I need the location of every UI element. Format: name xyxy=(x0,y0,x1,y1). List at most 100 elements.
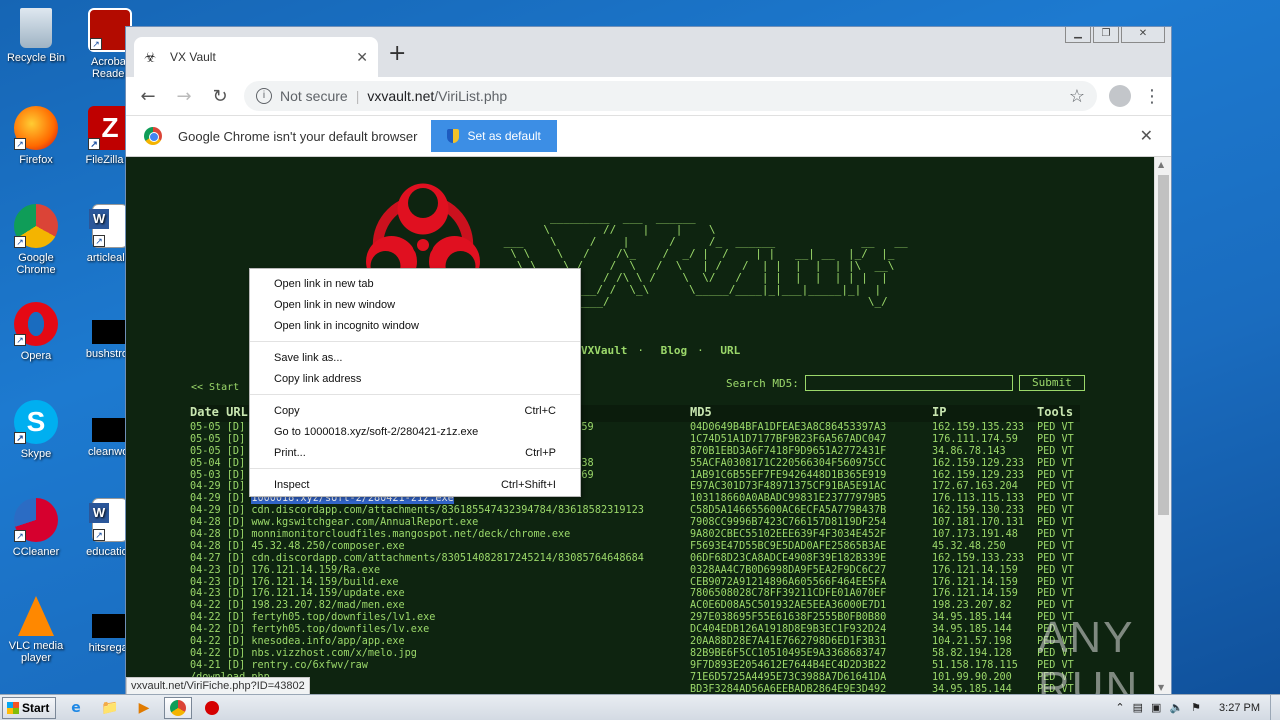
row-url-link[interactable]: cdn.discordapp.com/attachments/836185547… xyxy=(251,505,644,516)
scroll-down-arrow-icon[interactable]: ▼ xyxy=(1158,683,1164,692)
context-menu-item[interactable]: Print... Ctrl+P xyxy=(250,442,580,463)
context-menu-item[interactable]: Copy link address xyxy=(250,368,580,389)
submit-button[interactable]: Submit xyxy=(1018,375,1085,391)
context-menu-item[interactable]: Save link as... xyxy=(250,347,580,368)
close-window-button[interactable]: ✕ xyxy=(1121,27,1165,43)
tab-vx-vault[interactable]: ☣ VX Vault ✕ xyxy=(134,37,378,77)
chrome-menu-icon[interactable]: ⋮ xyxy=(1143,86,1161,107)
taskbar-clock[interactable]: 3:27 PM xyxy=(1219,702,1260,714)
row-md5-link[interactable]: 7806508028C78FF39211CDFE01A070EF xyxy=(690,588,932,600)
restore-button[interactable]: ❐ xyxy=(1093,27,1119,43)
row-md5-link[interactable]: C58D5A146655600AC6ECFA5A779B437B xyxy=(690,505,932,517)
row-tools-links[interactable]: PED VT xyxy=(1037,600,1080,612)
row-tools-links[interactable]: PED VT xyxy=(1037,470,1080,482)
row-url-link[interactable]: rentry.co/6xfwv/raw xyxy=(251,660,368,671)
taskbar-chrome-icon[interactable] xyxy=(164,696,192,719)
row-md5-link[interactable]: 9A802CBEC55102EEE639F4F3034E452F xyxy=(690,529,932,541)
row-md5-link[interactable]: 55ACFA0308171C220566304F560975CC xyxy=(690,458,932,470)
taskbar-ie-icon[interactable]: e xyxy=(62,697,90,719)
nav-link-url[interactable]: URL xyxy=(720,344,740,357)
row-tools-links[interactable]: PED VT xyxy=(1037,505,1080,517)
scrollbar-thumb[interactable] xyxy=(1158,175,1169,515)
tray-flag-icon[interactable]: ⚑ xyxy=(1191,701,1201,714)
row-md5-link[interactable]: 870B1EBD3A6F7418F9D9651A2772431F xyxy=(690,446,932,458)
row-md5-link[interactable]: 71E6D5725A4495E73C3988A7D61641DA xyxy=(690,672,932,684)
row-date-url[interactable]: 04-28 [D] 45.32.48.250/composer.exe xyxy=(190,541,690,553)
row-md5-link[interactable]: CEB9072A91214896A605566F464EE5FA xyxy=(690,577,932,589)
desktop-icon-ccleaner[interactable]: ↗ CCleaner xyxy=(4,498,68,558)
row-url-link[interactable]: 176.121.14.159/build.exe xyxy=(251,577,398,588)
row-url-link[interactable]: www.kgswitchgear.com/AnnualReport.exe xyxy=(251,517,478,528)
row-tools-links[interactable]: PED VT xyxy=(1037,481,1080,493)
desktop-icon-chrome[interactable]: ↗ Google Chrome xyxy=(4,204,68,276)
start-button[interactable]: Start xyxy=(2,696,56,719)
row-md5-link[interactable]: DC404EDB126A1918D8E9B3EC1F932D24 xyxy=(690,624,932,636)
set-as-default-button[interactable]: Set as default xyxy=(431,120,557,152)
context-menu-item[interactable]: Go to 1000018.xyz/soft-2/280421-z1z.exe xyxy=(250,421,580,442)
row-tools-links[interactable]: PED VT xyxy=(1037,458,1080,470)
row-tools-links[interactable]: PED VT xyxy=(1037,553,1080,565)
address-bar[interactable]: i Not secure | vxvault.net/ViriList.php … xyxy=(244,81,1097,111)
row-md5-link[interactable]: 20AA88D28E7A41E7662798D6ED1F3B31 xyxy=(690,636,932,648)
row-date-url[interactable]: 04-22 [D] fertyh05.top/downfiles/lv.exe xyxy=(190,624,690,636)
row-md5-link[interactable]: E97AC301D73F48971375CF91BA5E91AC xyxy=(690,481,932,493)
row-date-url[interactable]: 04-28 [D] monnimonitorcloudfiles.mangosp… xyxy=(190,529,690,541)
taskbar-opera-icon[interactable] xyxy=(198,697,226,719)
bookmark-star-icon[interactable]: ☆ xyxy=(1069,86,1085,107)
show-desktop-button[interactable] xyxy=(1270,694,1280,720)
row-md5-link[interactable]: 103118660A0ABADC99831E23777979B5 xyxy=(690,493,932,505)
row-md5-link[interactable]: 82B9BE6F5CC10510495E9A3368683747 xyxy=(690,648,932,660)
row-date-url[interactable]: 04-22 [D] knesodea.info/app/app.exe xyxy=(190,636,690,648)
row-url-link[interactable]: nbs.vizzhost.com/x/melo.jpg xyxy=(251,648,417,659)
row-md5-link[interactable]: 0328AA4C7B0D6998DA9F5EA2F9DC6C27 xyxy=(690,565,932,577)
tray-volume-icon[interactable]: 🔈 xyxy=(1169,701,1183,714)
taskbar-media-player-icon[interactable]: ▶ xyxy=(130,697,158,719)
row-url-link[interactable]: 176.121.14.159/update.exe xyxy=(251,588,404,599)
desktop-icon-vlc[interactable]: VLC media player xyxy=(4,596,68,664)
row-md5-link[interactable]: 9F7D893E2054612E7644B4EC4D2D3B22 xyxy=(690,660,932,672)
row-url-link[interactable]: fertyh05.top/downfiles/lv.exe xyxy=(251,624,429,635)
row-md5-link[interactable]: 297E038695F55E61638F2555B0FB0B80 xyxy=(690,612,932,624)
forward-button[interactable]: → xyxy=(172,86,196,107)
row-date-url[interactable]: 04-23 [D] 176.121.14.159/update.exe xyxy=(190,588,690,600)
minimize-button[interactable]: ▁ xyxy=(1065,27,1091,43)
row-md5-link[interactable]: 1AB91C6B55EF7FE9426448D1B365E919 xyxy=(690,470,932,482)
row-url-link[interactable]: 45.32.48.250/composer.exe xyxy=(251,541,404,552)
context-menu-item[interactable]: Open link in new window xyxy=(250,294,580,315)
row-date-url[interactable]: 04-21 [D] rentry.co/6xfwv/raw xyxy=(190,660,690,672)
desktop-icon-firefox[interactable]: ↗ Firefox xyxy=(4,106,68,166)
tray-display-icon[interactable]: ▣ xyxy=(1151,701,1161,714)
context-menu-item[interactable]: Open link in incognito window xyxy=(250,315,580,336)
row-date-url[interactable]: 04-28 [D] www.kgswitchgear.com/AnnualRep… xyxy=(190,517,690,529)
row-tools-links[interactable]: PED VT xyxy=(1037,434,1080,446)
row-url-link[interactable]: cdn.discordapp.com/attachments/830514082… xyxy=(251,553,644,564)
row-md5-link[interactable]: 7908CC9996B7423C766157D8119DF254 xyxy=(690,517,932,529)
taskbar-explorer-icon[interactable]: 📁 xyxy=(96,697,124,719)
row-md5-link[interactable]: 1C74D51A1D7177BF9B23F6A567ADC047 xyxy=(690,434,932,446)
tray-expand-icon[interactable]: ⌃ xyxy=(1115,701,1124,714)
pagination-start-link[interactable]: << Start xyxy=(191,382,239,393)
context-menu-item[interactable]: Open link in new tab xyxy=(250,273,580,294)
row-url-link[interactable]: 176.121.14.159/Ra.exe xyxy=(251,565,380,576)
row-date-url[interactable]: 04-29 [D] cdn.discordapp.com/attachments… xyxy=(190,505,690,517)
row-tools-links[interactable]: PED VT xyxy=(1037,422,1080,434)
row-tools-links[interactable]: PED VT xyxy=(1037,517,1080,529)
back-button[interactable]: ← xyxy=(136,86,160,107)
nav-link-vxvault[interactable]: VXVault xyxy=(581,344,627,357)
profile-avatar[interactable] xyxy=(1109,85,1131,107)
context-menu-item[interactable]: Inspect Ctrl+Shift+I xyxy=(250,474,580,495)
reload-button[interactable]: ↻ xyxy=(208,86,232,107)
row-date-url[interactable]: 04-22 [D] fertyh05.top/downfiles/lv1.exe xyxy=(190,612,690,624)
desktop-icon-skype[interactable]: S ↗ Skype xyxy=(4,400,68,460)
row-date-url[interactable]: 04-23 [D] 176.121.14.159/Ra.exe xyxy=(190,565,690,577)
row-date-url[interactable]: 04-22 [D] 198.23.207.82/mad/men.exe xyxy=(190,600,690,612)
infobar-close-icon[interactable]: ✕ xyxy=(1140,126,1153,146)
row-md5-link[interactable]: 06DF68D23CA8ADCE4908F39E182B339E xyxy=(690,553,932,565)
desktop-icon-opera[interactable]: ↗ Opera xyxy=(4,302,68,362)
new-tab-button[interactable]: + xyxy=(388,41,406,66)
row-date-url[interactable]: 04-23 [D] 176.121.14.159/build.exe xyxy=(190,577,690,589)
row-tools-links[interactable]: PED VT xyxy=(1037,565,1080,577)
tab-close-icon[interactable]: ✕ xyxy=(356,49,368,66)
page-scrollbar[interactable]: ▲ ▼ xyxy=(1154,157,1171,695)
row-tools-links[interactable]: PED VT xyxy=(1037,541,1080,553)
